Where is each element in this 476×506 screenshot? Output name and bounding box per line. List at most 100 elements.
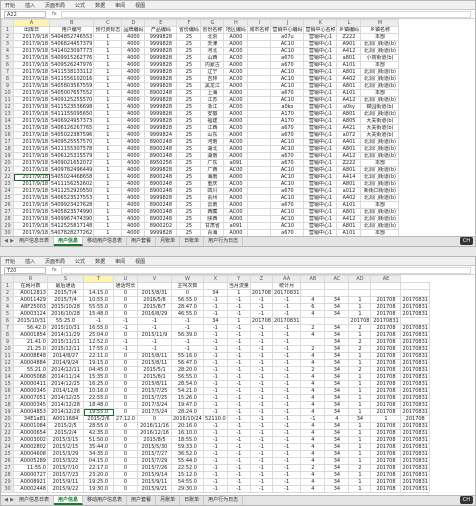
header-cell[interactable]	[400, 282, 430, 290]
data-cell[interactable]: -1	[300, 415, 326, 423]
data-cell[interactable]: 21:41.0	[13, 338, 48, 346]
data-cell[interactable]: 9999828	[144, 194, 178, 202]
data-cell[interactable]: 20170831	[400, 387, 430, 395]
data-cell[interactable]: 34	[324, 464, 350, 472]
data-cell[interactable]: 22:17.0	[83, 464, 114, 472]
data-cell[interactable]: 2015/8/11	[137, 380, 172, 388]
data-cell[interactable]: A0004608	[13, 450, 48, 458]
data-cell[interactable]: 36:52.0	[171, 450, 204, 458]
data-cell[interactable]: 201708	[370, 380, 402, 388]
data-cell[interactable]: -1	[249, 366, 273, 374]
data-cell[interactable]: 9999828	[144, 61, 178, 69]
data-cell[interactable]: A000	[223, 145, 249, 153]
data-cell[interactable]: -1	[226, 324, 251, 332]
data-cell[interactable]: 河北	[200, 47, 225, 55]
data-cell[interactable]: 201708	[370, 359, 402, 367]
data-cell[interactable]: 1	[93, 96, 123, 104]
column-header[interactable]: I	[247, 19, 272, 27]
data-cell[interactable]: A412	[336, 96, 362, 104]
data-cell[interactable]: Z222	[336, 159, 362, 167]
data-cell[interactable]: 8900248	[144, 187, 178, 195]
data-cell[interactable]: -1	[226, 359, 251, 367]
data-cell[interactable]: a012	[336, 187, 362, 195]
data-cell[interactable]: 25	[176, 124, 202, 132]
data-cell[interactable]: AC10	[270, 82, 305, 90]
row-number[interactable]: 23	[1, 436, 14, 444]
data-cell[interactable]: A000	[223, 215, 249, 223]
data-cell[interactable]: 34	[324, 408, 350, 416]
data-cell[interactable]: 201708	[370, 408, 402, 416]
data-cell[interactable]: 4	[300, 450, 326, 458]
data-cell[interactable]: 5411155095650	[48, 110, 95, 118]
data-cell[interactable]: 2	[348, 345, 372, 353]
sheet-tab[interactable]: 日账单	[180, 237, 205, 246]
data-cell[interactable]: 34	[324, 324, 350, 332]
data-cell[interactable]: 1	[93, 82, 123, 90]
data-cell[interactable]: 1	[93, 110, 123, 118]
data-cell[interactable]: 4	[300, 457, 326, 465]
row-number[interactable]: 6	[1, 61, 14, 69]
data-cell[interactable]: 5409525557570	[48, 138, 95, 146]
data-cell[interactable]: A0003124	[13, 310, 48, 318]
data-cell[interactable]: 18:55.0	[171, 436, 204, 444]
data-cell[interactable]: 22:11.0	[83, 352, 114, 360]
header-cell[interactable]: 城市名称	[247, 26, 272, 34]
data-cell[interactable]: 0	[113, 296, 138, 304]
column-header[interactable]: G	[200, 19, 225, 27]
data-cell[interactable]: 小商街道(b)	[360, 54, 400, 62]
data-cell[interactable]: A412	[336, 215, 362, 223]
data-cell[interactable]: 大关街道(b)	[360, 124, 400, 132]
data-cell[interactable]: A402	[336, 194, 362, 202]
data-cell[interactable]: 营销中心1	[303, 117, 338, 125]
data-cell[interactable]: A901	[336, 40, 362, 48]
data-cell[interactable]: 25	[176, 54, 202, 62]
data-cell[interactable]: -1	[226, 373, 251, 381]
data-cell[interactable]: 8900248	[144, 138, 178, 146]
data-cell[interactable]: 4000	[121, 222, 146, 230]
data-cell[interactable]: -1	[249, 380, 273, 388]
data-cell[interactable]: -1	[271, 415, 302, 423]
data-cell[interactable]: 1	[348, 443, 372, 451]
data-cell[interactable]: -1	[271, 471, 302, 479]
row-number[interactable]: 12	[1, 103, 14, 111]
data-cell[interactable]: 9999828	[144, 110, 178, 118]
data-cell[interactable]: 9999828	[144, 117, 178, 125]
ribbon-tab-3[interactable]: 公式	[75, 2, 85, 9]
column-header[interactable]: L	[336, 19, 362, 27]
data-cell[interactable]: -1	[202, 408, 228, 416]
data-cell[interactable]: 0	[171, 289, 204, 297]
data-cell[interactable]: 营销中心1	[303, 145, 338, 153]
data-cell[interactable]: AC10	[270, 222, 305, 230]
data-cell[interactable]: 55:16.0	[171, 352, 204, 360]
data-cell[interactable]: 9999828	[144, 33, 178, 41]
data-cell[interactable]: 1	[93, 166, 123, 174]
data-cell[interactable]: 4	[300, 380, 326, 388]
data-cell[interactable]: -1	[202, 471, 228, 479]
data-cell[interactable]: -1	[271, 296, 302, 304]
data-cell[interactable]: 5409526247976	[48, 61, 95, 69]
data-cell[interactable]: 8900248	[144, 152, 178, 160]
data-cell[interactable]: 0	[113, 373, 138, 381]
data-cell[interactable]: A170	[270, 117, 305, 125]
data-cell[interactable]: 23:20.0	[83, 471, 114, 479]
data-cell[interactable]: 20170831	[400, 429, 430, 437]
data-cell[interactable]: AC00	[223, 54, 249, 62]
data-cell[interactable]: 安徽	[200, 110, 225, 118]
header-cell[interactable]	[249, 282, 273, 290]
data-cell[interactable]: 19:15.0	[83, 359, 114, 367]
data-cell[interactable]: 1	[226, 317, 251, 325]
data-cell[interactable]: A0001854	[13, 331, 48, 339]
data-cell[interactable]: 25	[176, 47, 202, 55]
data-cell[interactable]: 0	[113, 380, 138, 388]
data-cell[interactable]: 浙江	[200, 103, 225, 111]
header-cell[interactable]	[348, 282, 372, 290]
data-cell[interactable]: 1	[93, 187, 123, 195]
data-cell[interactable]: 25	[176, 187, 202, 195]
data-cell[interactable]: 34	[324, 345, 350, 353]
data-cell[interactable]: AC10	[270, 215, 305, 223]
data-cell[interactable]: -1	[271, 373, 302, 381]
data-cell[interactable]: 25	[176, 145, 202, 153]
data-cell[interactable]: A000	[223, 89, 249, 97]
data-cell[interactable]: 29:30.0	[171, 485, 204, 493]
row-number[interactable]: 1	[1, 26, 14, 34]
